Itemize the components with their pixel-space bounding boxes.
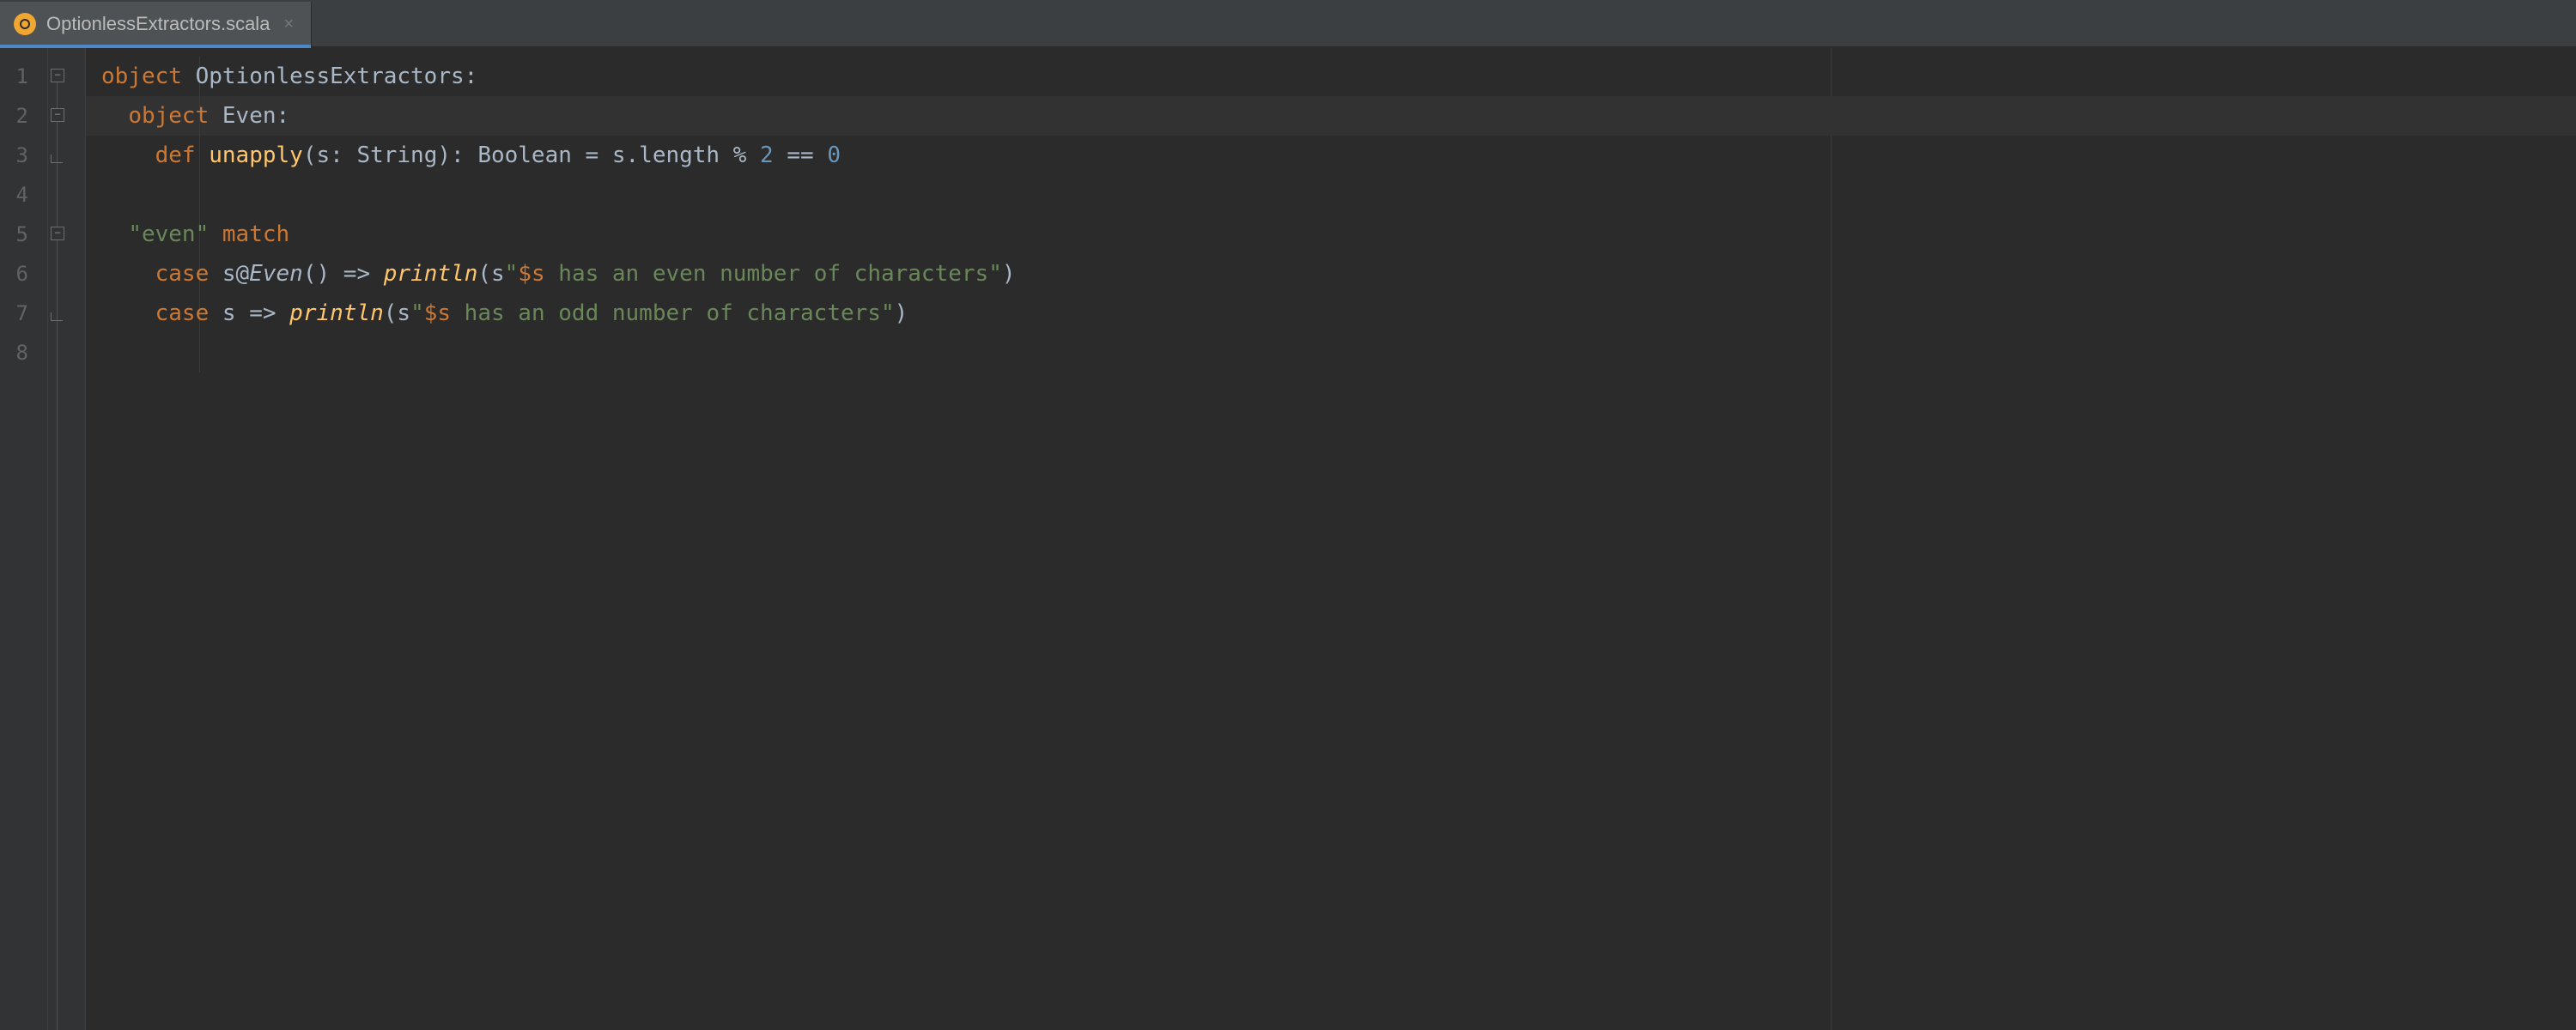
line-number: 7: [0, 294, 47, 333]
code-line[interactable]: [86, 333, 2576, 373]
fold-toggle-icon[interactable]: [51, 108, 64, 122]
tab-bar: OptionlessExtractors.scala ×: [0, 2, 2576, 48]
line-numbers: 1 2 3 4 5 6 7 8: [0, 57, 47, 373]
line-number: 1: [0, 57, 47, 96]
tab-active[interactable]: OptionlessExtractors.scala ×: [0, 2, 312, 46]
fold-toggle-icon[interactable]: [51, 69, 64, 82]
fold-column: [48, 48, 86, 1030]
code-line[interactable]: object Even:: [86, 96, 2576, 136]
close-icon[interactable]: ×: [283, 15, 294, 34]
line-number: 8: [0, 333, 47, 373]
code-line[interactable]: "even" match: [86, 215, 2576, 254]
fold-end-icon: [51, 312, 63, 321]
tab-filename: OptionlessExtractors.scala: [46, 13, 270, 35]
gutter: 1 2 3 4 5 6 7 8: [0, 48, 48, 1030]
line-number: 4: [0, 175, 47, 215]
line-number: 6: [0, 254, 47, 294]
code-line[interactable]: def unapply(s: String): Boolean = s.leng…: [86, 136, 2576, 175]
line-number: 5: [0, 215, 47, 254]
code-line[interactable]: [86, 175, 2576, 215]
scala-file-icon: [14, 13, 36, 35]
code-area[interactable]: object OptionlessExtractors: object Even…: [86, 48, 2576, 373]
code-line[interactable]: case s@Even() => println(s"$s has an eve…: [86, 254, 2576, 294]
fold-end-icon: [51, 154, 63, 163]
fold-toggle-icon[interactable]: [51, 227, 64, 240]
code-line[interactable]: case s => println(s"$s has an odd number…: [86, 294, 2576, 333]
line-number: 3: [0, 136, 47, 175]
code-line[interactable]: object OptionlessExtractors:: [86, 57, 2576, 96]
line-number: 2: [0, 96, 47, 136]
editor[interactable]: 1 2 3 4 5 6 7 8 object OptionlessExtract…: [0, 48, 2576, 1030]
